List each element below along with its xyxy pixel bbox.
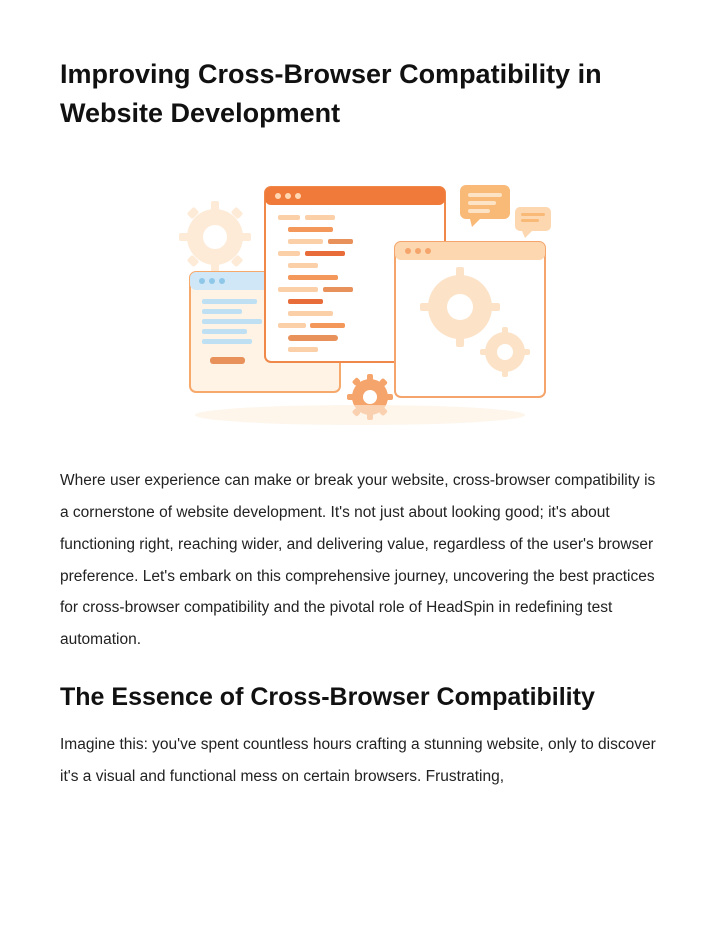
hero-illustration	[160, 157, 560, 437]
section-heading-essence: The Essence of Cross-Browser Compatibili…	[60, 680, 660, 715]
article-title: Improving Cross-Browser Compatibility in…	[60, 55, 660, 133]
intro-paragraph: Where user experience can make or break …	[60, 465, 660, 656]
section1-paragraph: Imagine this: you've spent countless hou…	[60, 729, 660, 793]
